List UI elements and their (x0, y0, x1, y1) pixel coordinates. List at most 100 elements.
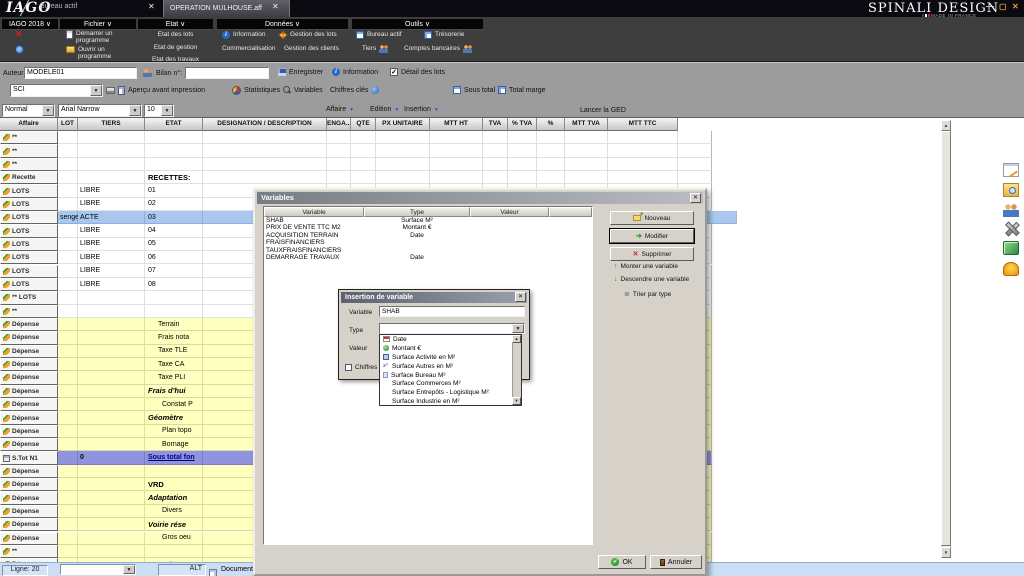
descendre-variable-link[interactable]: ↓Descendre une variable (614, 276, 689, 283)
table-cell[interactable] (508, 131, 537, 144)
table-cell[interactable] (58, 505, 78, 518)
table-cell[interactable]: LIBRE (78, 265, 145, 278)
tools-icon[interactable] (1003, 221, 1019, 235)
table-cell[interactable] (58, 478, 78, 491)
table-cell[interactable]: sengelin marc (58, 211, 78, 224)
table-cell[interactable] (145, 158, 203, 171)
table-cell[interactable] (78, 131, 145, 144)
table-cell[interactable] (78, 371, 145, 384)
table-cell[interactable] (565, 171, 608, 184)
table-cell[interactable] (58, 291, 78, 304)
variables-column-header[interactable]: Variable (264, 207, 364, 217)
home-icon[interactable] (1003, 241, 1019, 255)
table-cell[interactable] (58, 278, 78, 291)
table-cell[interactable] (351, 171, 376, 184)
list-scroll-up-icon[interactable]: ▲ (512, 335, 521, 343)
table-cell[interactable] (58, 331, 78, 344)
table-cell[interactable] (678, 171, 712, 184)
row-label[interactable]: LOTS (0, 224, 58, 237)
table-cell[interactable] (78, 331, 145, 344)
document-icon[interactable] (209, 565, 217, 576)
type-option[interactable]: Surface Industrie en M² (380, 397, 513, 406)
table-cell[interactable] (608, 171, 678, 184)
row-label[interactable]: Dépense (0, 465, 58, 478)
table-cell[interactable] (78, 465, 145, 478)
list-scroll-down-icon[interactable]: ▼ (512, 397, 521, 405)
users-icon[interactable] (1003, 203, 1019, 217)
type-option[interactable]: Surface Bureau M² (380, 371, 513, 380)
variables-column-header[interactable]: Type (364, 207, 470, 217)
table-cell[interactable] (58, 158, 78, 171)
table-cell[interactable] (537, 158, 565, 171)
table-cell[interactable] (327, 144, 351, 157)
monter-variable-link[interactable]: ↑Monter une variable (614, 263, 678, 270)
row-label[interactable]: ** (0, 131, 58, 144)
table-cell[interactable] (145, 144, 203, 157)
table-cell[interactable]: 01 (145, 184, 203, 197)
table-cell[interactable]: Gros oeu (145, 532, 203, 545)
table-cell[interactable]: 07 (145, 265, 203, 278)
row-label[interactable]: LOTS (0, 198, 58, 211)
table-cell[interactable]: RECETTES: (145, 171, 203, 184)
type-option[interactable]: Surface Entrepôts - Logistique M² (380, 388, 513, 397)
table-cell[interactable] (145, 545, 203, 558)
row-label[interactable]: Dépense (0, 518, 58, 531)
variable-row[interactable]: PRIX DE VENTE TTC M2Montant € (264, 224, 592, 231)
table-cell[interactable] (58, 318, 78, 331)
row-label[interactable]: ** LOTS (0, 291, 58, 304)
table-cell[interactable]: Constat P (145, 398, 203, 411)
table-row[interactable]: RecetteRECETTES: (0, 171, 712, 184)
scroll-up-icon[interactable]: ▲ (941, 120, 951, 131)
table-cell[interactable]: Bornage (145, 438, 203, 451)
row-label[interactable]: LOTS (0, 265, 58, 278)
table-cell[interactable] (78, 532, 145, 545)
table-cell[interactable]: Sous total fon (145, 451, 203, 464)
table-cell[interactable] (145, 131, 203, 144)
table-cell[interactable]: 06 (145, 251, 203, 264)
table-cell[interactable]: LIBRE (78, 251, 145, 264)
variables-column-header[interactable] (549, 207, 592, 217)
table-cell[interactable] (58, 425, 78, 438)
table-cell[interactable] (58, 438, 78, 451)
table-cell[interactable] (565, 158, 608, 171)
table-cell[interactable]: Taxe TLE (145, 345, 203, 358)
table-cell[interactable] (78, 158, 145, 171)
table-cell[interactable]: LIBRE (78, 278, 145, 291)
row-label[interactable]: Dépense (0, 425, 58, 438)
table-cell[interactable] (78, 385, 145, 398)
table-cell[interactable] (58, 198, 78, 211)
table-cell[interactable]: Frais d'hui (145, 385, 203, 398)
chiffres-cle-checkbox[interactable] (345, 364, 352, 371)
table-cell[interactable] (58, 224, 78, 237)
table-cell[interactable]: Taxe CA (145, 358, 203, 371)
row-label[interactable]: Dépense (0, 491, 58, 504)
row-label[interactable]: LOTS (0, 211, 58, 224)
table-cell[interactable] (430, 144, 483, 157)
row-label[interactable]: Dépense (0, 345, 58, 358)
supprimer-button[interactable]: ✕Supprimer (610, 247, 694, 261)
table-cell[interactable] (78, 505, 145, 518)
table-cell[interactable] (678, 158, 712, 171)
table-cell[interactable] (376, 171, 430, 184)
variable-row[interactable]: ACQUISITION TERRAINDate (264, 232, 592, 239)
row-label[interactable]: LOTS (0, 184, 58, 197)
table-cell[interactable] (430, 171, 483, 184)
table-cell[interactable] (376, 158, 430, 171)
list-scrollbar[interactable]: ▲ ▼ (512, 335, 521, 405)
table-cell[interactable] (58, 144, 78, 157)
table-cell[interactable] (203, 171, 327, 184)
variable-row[interactable]: TAUXFRAISFINANCIERS (264, 247, 592, 254)
table-row[interactable]: ** (0, 158, 712, 171)
table-cell[interactable]: 02 (145, 198, 203, 211)
table-cell[interactable] (327, 171, 351, 184)
table-cell[interactable] (78, 411, 145, 424)
table-cell[interactable] (145, 291, 203, 304)
table-cell[interactable] (78, 518, 145, 531)
table-cell[interactable] (508, 158, 537, 171)
table-cell[interactable] (608, 158, 678, 171)
document-label[interactable]: Document (221, 566, 253, 573)
type-dropdown-list[interactable]: DateMontant €Surface Activité en M²x²Sur… (379, 334, 522, 406)
table-cell[interactable] (78, 345, 145, 358)
row-label[interactable]: Dépense (0, 478, 58, 491)
table-cell[interactable]: LIBRE (78, 184, 145, 197)
